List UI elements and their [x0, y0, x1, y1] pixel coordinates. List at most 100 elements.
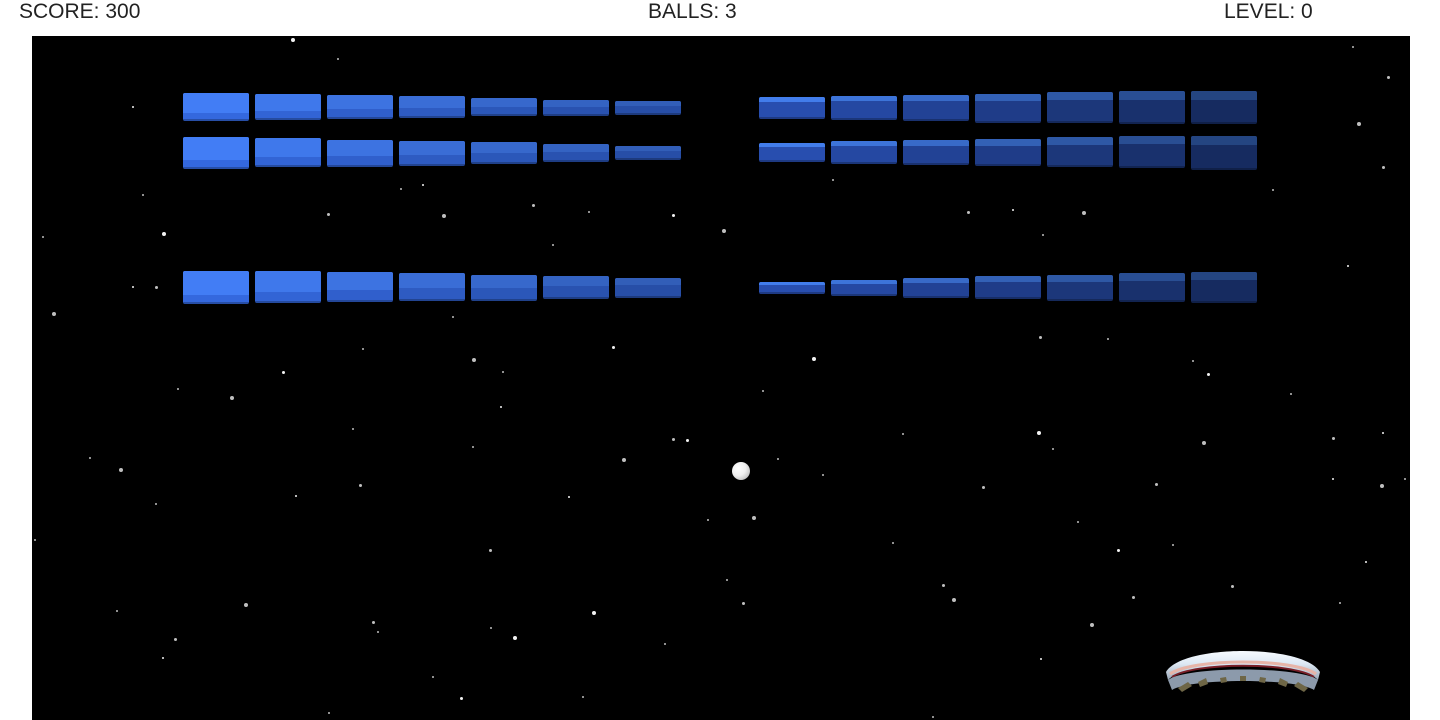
star	[942, 584, 945, 587]
brick	[255, 271, 321, 303]
star	[1387, 76, 1390, 79]
star	[1272, 189, 1274, 191]
brick	[399, 273, 465, 301]
star	[460, 697, 463, 700]
brick	[831, 141, 897, 164]
star	[1332, 478, 1334, 480]
brick	[1119, 91, 1185, 124]
star	[432, 676, 434, 678]
star	[291, 38, 295, 42]
star	[622, 458, 626, 462]
star	[142, 194, 144, 196]
star	[352, 428, 354, 430]
brick	[903, 278, 969, 298]
star	[42, 236, 44, 238]
brick	[327, 95, 393, 119]
star	[532, 204, 535, 207]
star	[1039, 336, 1042, 339]
star	[1132, 596, 1135, 599]
star	[513, 636, 517, 640]
star	[777, 458, 779, 460]
brick	[1047, 275, 1113, 301]
star	[1202, 441, 1206, 445]
star	[328, 712, 330, 714]
star	[742, 602, 745, 605]
brick	[399, 141, 465, 166]
star	[1172, 544, 1174, 546]
star	[832, 179, 834, 181]
star	[932, 716, 934, 718]
star	[672, 214, 675, 217]
star	[1042, 234, 1044, 236]
star	[752, 516, 756, 520]
game-canvas[interactable]	[32, 36, 1410, 720]
star	[327, 213, 330, 216]
star	[377, 631, 379, 633]
brick	[471, 98, 537, 116]
brick	[615, 278, 681, 298]
star	[812, 357, 816, 361]
star	[588, 211, 590, 213]
star	[372, 621, 375, 624]
star	[892, 542, 894, 544]
star	[230, 396, 234, 400]
star	[582, 696, 584, 698]
star	[1382, 166, 1385, 169]
level-label: LEVEL: 0	[1224, 0, 1313, 23]
star	[132, 106, 134, 108]
brick	[1191, 91, 1257, 124]
star	[500, 406, 502, 408]
brick	[327, 272, 393, 302]
star	[982, 486, 985, 489]
star	[1012, 209, 1014, 211]
star	[672, 438, 675, 441]
star	[174, 638, 177, 641]
brick	[399, 96, 465, 118]
star	[552, 244, 554, 246]
brick	[831, 96, 897, 120]
brick	[471, 142, 537, 164]
star	[722, 229, 726, 233]
star	[822, 474, 824, 476]
star	[295, 495, 297, 497]
star	[116, 610, 118, 612]
brick	[471, 275, 537, 301]
paddle-icon[interactable]	[1162, 636, 1324, 700]
brick	[1119, 136, 1185, 168]
star	[422, 184, 424, 186]
star	[1357, 122, 1361, 126]
star	[52, 312, 56, 316]
star	[1207, 373, 1210, 376]
hud: SCORE: 300 BALLS: 3 LEVEL: 0	[0, 0, 1440, 32]
brick	[183, 137, 249, 169]
star	[612, 346, 615, 349]
star	[1347, 265, 1349, 267]
star	[1155, 483, 1158, 486]
brick	[255, 94, 321, 120]
brick	[759, 97, 825, 119]
star	[952, 598, 956, 602]
score-label: SCORE: 300	[19, 0, 141, 23]
brick	[903, 140, 969, 165]
brick	[615, 146, 681, 160]
star	[967, 211, 970, 214]
brick	[1047, 92, 1113, 123]
star	[244, 603, 248, 607]
star	[1352, 46, 1354, 48]
star	[452, 316, 454, 318]
star	[359, 484, 362, 487]
star	[592, 611, 596, 615]
ball-icon	[732, 462, 750, 480]
star	[664, 643, 666, 645]
star	[1117, 549, 1120, 552]
brick	[543, 144, 609, 162]
star	[337, 58, 339, 60]
star	[162, 232, 166, 236]
balls-label: BALLS: 3	[648, 0, 737, 23]
star	[1052, 448, 1054, 450]
star	[162, 657, 164, 659]
star	[155, 286, 158, 289]
star	[1192, 360, 1194, 362]
star	[400, 188, 402, 190]
star	[282, 371, 285, 374]
